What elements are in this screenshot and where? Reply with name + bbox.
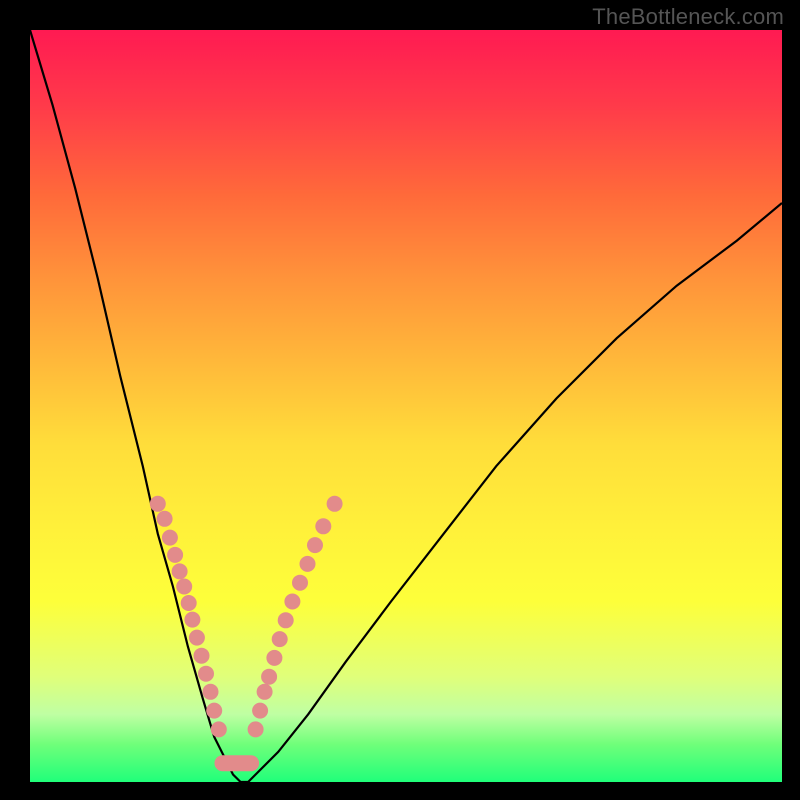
highlight-dot-left: [184, 612, 200, 628]
highlight-dot-right: [252, 703, 268, 719]
bottleneck-curve: [30, 30, 782, 782]
highlight-dot-right: [284, 594, 300, 610]
highlight-dots-group: [150, 496, 343, 738]
highlight-dot-left: [198, 666, 214, 682]
highlight-dot-left: [189, 630, 205, 646]
highlight-dot-left: [162, 530, 178, 546]
curve-path-group: [30, 30, 782, 782]
highlight-dot-left: [206, 703, 222, 719]
highlight-dot-right: [278, 612, 294, 628]
plot-area: [30, 30, 782, 782]
watermark-label: TheBottleneck.com: [592, 4, 784, 30]
highlight-dot-left: [167, 547, 183, 563]
highlight-dot-right: [307, 537, 323, 553]
highlight-dot-right: [272, 631, 288, 647]
highlight-dot-left: [157, 511, 173, 527]
highlight-dot-left: [203, 684, 219, 700]
highlight-dot-right: [300, 556, 316, 572]
highlight-dot-right: [315, 518, 331, 534]
highlight-dot-left: [172, 563, 188, 579]
highlight-dot-left: [181, 595, 197, 611]
highlight-dot-right: [257, 684, 273, 700]
chart-canvas: TheBottleneck.com: [0, 0, 800, 800]
highlight-dot-left: [211, 721, 227, 737]
highlight-dot-left: [150, 496, 166, 512]
highlight-dot-right: [327, 496, 343, 512]
highlight-dot-right: [261, 669, 277, 685]
highlight-dot-right: [266, 650, 282, 666]
highlight-dot-right: [248, 721, 264, 737]
highlight-dot-left: [194, 648, 210, 664]
highlight-dot-right: [292, 575, 308, 591]
curve-svg: [30, 30, 782, 782]
highlight-dot-left: [176, 579, 192, 595]
